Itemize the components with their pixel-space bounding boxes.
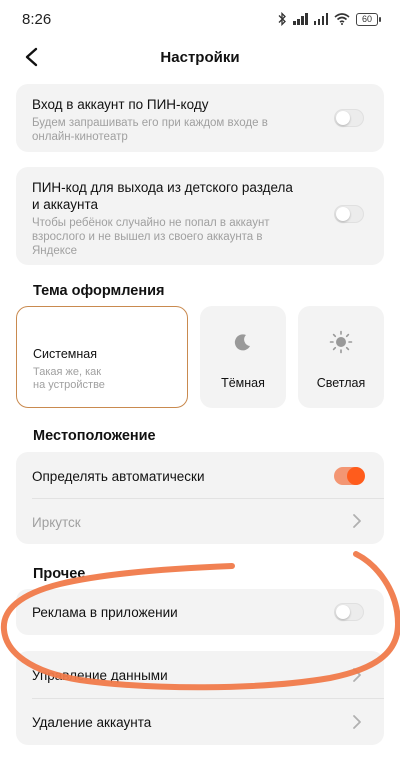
back-arrow-icon [25,47,38,67]
ads-toggle[interactable] [334,603,364,621]
theme-option-dark[interactable]: Тёмная [200,306,286,408]
header: Настройки [0,38,400,76]
location-section-title: Местоположение [33,428,156,444]
signal-icon [293,13,308,25]
pin-kids-title: ПИН-код для выхода из детского раздела и… [32,180,293,212]
wifi-icon [334,13,350,25]
theme-section-title: Тема оформления [33,283,165,299]
city-label: Иркутск [32,515,81,530]
theme-option-system[interactable]: Системная Такая же, как на устройстве [16,306,188,408]
bluetooth-icon [278,12,286,26]
moon-icon [234,334,250,351]
chevron-right-icon [353,715,361,729]
ads-card[interactable]: Реклама в приложении [16,589,384,635]
location-card: Определять автоматически Иркутск [16,452,384,544]
status-icons: 60 [277,12,381,26]
chevron-right-icon [353,668,361,682]
data-delete-card: Управление данными Удаление аккаунта [16,651,384,745]
data-management-row[interactable]: Управление данными [16,651,384,698]
signal-icon-2 [313,13,328,25]
status-bar: 8:26 60 [0,0,400,38]
auto-location-toggle[interactable] [334,467,365,485]
city-row[interactable]: Иркутск [16,499,384,544]
theme-system-sub: Такая же, как на устройстве [33,366,105,391]
back-button[interactable] [16,42,46,72]
theme-system-label: Системная [33,347,98,361]
auto-location-label: Определять автоматически [32,469,205,484]
pin-kids-card[interactable]: ПИН-код для выхода из детского раздела и… [16,167,384,265]
pin-login-subtitle: Будем запрашивать его при каждом входе в… [32,117,268,143]
status-time: 8:26 [22,10,52,28]
other-section-title: Прочее [33,566,86,582]
page-title: Настройки [160,48,240,66]
pin-login-card[interactable]: Вход в аккаунт по ПИН-коду Будем запраши… [16,84,384,152]
sun-icon [329,330,353,354]
data-management-label: Управление данными [32,668,168,683]
pin-kids-toggle[interactable] [334,205,364,223]
theme-option-light[interactable]: Светлая [298,306,384,408]
delete-account-label: Удаление аккаунта [32,715,152,730]
delete-account-row[interactable]: Удаление аккаунта [16,699,384,745]
battery-icon: 60 [356,12,381,26]
pin-kids-subtitle: Чтобы ребёнок случайно не попал в аккаун… [32,217,270,257]
ads-label: Реклама в приложении [32,605,178,620]
pin-login-toggle[interactable] [334,109,364,127]
chevron-right-icon [353,514,361,528]
pin-login-title: Вход в аккаунт по ПИН-коду [32,97,209,112]
auto-location-row[interactable]: Определять автоматически [16,452,384,498]
theme-dark-label: Тёмная [221,376,265,390]
theme-light-label: Светлая [316,376,366,390]
